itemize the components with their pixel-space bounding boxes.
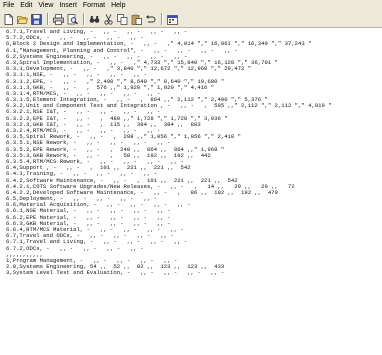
copy-button[interactable] <box>116 13 129 26</box>
copy-icon <box>117 13 128 25</box>
toolbar-separator <box>83 13 85 25</box>
cut-icon <box>104 13 113 25</box>
save-button[interactable] <box>30 13 43 26</box>
toolbar-separator <box>47 13 49 25</box>
print-icon <box>53 13 64 25</box>
cut-button[interactable] <box>102 13 115 26</box>
toolbar <box>0 11 382 28</box>
wordpad-window: File Edit View Insert Format Help 6.7.1,… <box>0 0 382 355</box>
menu-view[interactable]: View <box>38 0 53 11</box>
menu-insert[interactable]: Insert <box>59 0 77 11</box>
paste-button[interactable] <box>130 13 143 26</box>
document-text-area[interactable]: 6.7.1,Travel and Living, - ,, - ,, - ,, … <box>0 29 382 355</box>
print-preview-icon <box>67 13 78 24</box>
date-time-icon <box>167 14 178 25</box>
document-line: 3,System Level Test and Evaluation, - ,,… <box>6 269 225 277</box>
menu-bar: File Edit View Insert Format Help <box>0 0 382 11</box>
menu-help[interactable]: Help <box>111 0 125 11</box>
menu-edit[interactable]: Edit <box>20 0 32 11</box>
new-button[interactable] <box>2 13 15 26</box>
find-button[interactable] <box>88 13 101 26</box>
date-time-button[interactable] <box>166 13 179 26</box>
find-icon <box>89 15 100 23</box>
save-icon <box>31 13 42 25</box>
undo-button[interactable] <box>144 13 157 26</box>
menu-format[interactable]: Format <box>83 0 105 11</box>
paste-icon <box>131 14 142 25</box>
open-button[interactable] <box>16 13 29 26</box>
print-preview-button[interactable] <box>66 13 79 26</box>
menu-file[interactable]: File <box>3 0 14 11</box>
toolbar-separator <box>161 13 163 25</box>
new-icon <box>4 13 13 25</box>
undo-icon <box>146 14 156 22</box>
print-button[interactable] <box>52 13 65 26</box>
open-icon <box>17 15 28 24</box>
